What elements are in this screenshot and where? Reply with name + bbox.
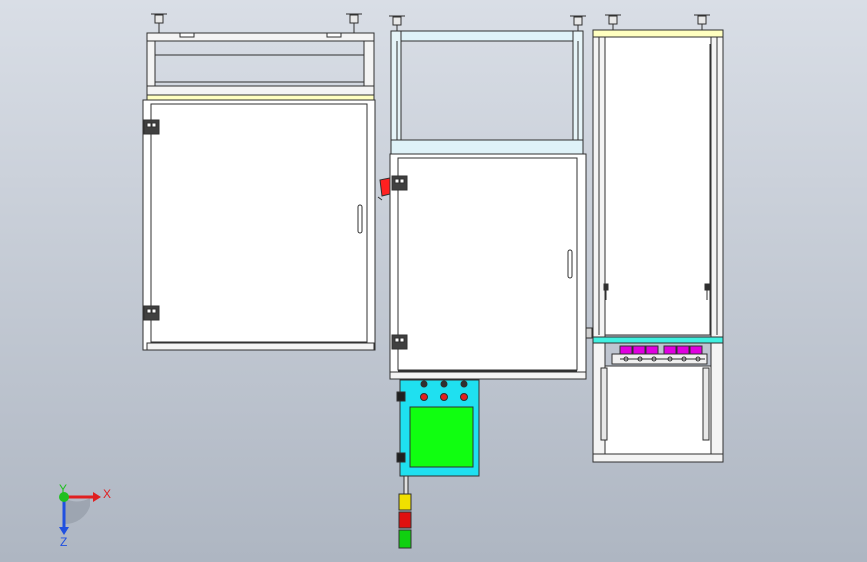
magenta-part <box>689 345 703 355</box>
sensor <box>704 283 710 291</box>
left-post <box>390 30 402 152</box>
hmi-screen[interactable] <box>409 406 474 468</box>
hinge <box>143 305 160 321</box>
magenta-part <box>676 345 690 355</box>
hinge <box>143 119 160 135</box>
z-axis-label: Z <box>60 535 67 549</box>
hinge <box>391 334 408 350</box>
top-bracket <box>179 32 195 38</box>
mid-beam <box>390 139 584 155</box>
side-bracket <box>585 327 593 339</box>
tower-pole <box>403 475 409 495</box>
magenta-part <box>645 345 659 355</box>
lower-right-post <box>710 342 724 462</box>
base-beam <box>389 371 587 380</box>
magenta-part <box>619 345 633 355</box>
magenta-part <box>632 345 646 355</box>
box-hinge <box>396 391 406 402</box>
tower-light-yellow <box>398 493 412 511</box>
door-inner-panel <box>397 157 578 371</box>
door-handle[interactable] <box>357 204 363 234</box>
red-indicator <box>379 177 391 197</box>
lower-opening <box>604 365 712 455</box>
slide-rail <box>600 367 608 441</box>
top-beam <box>592 29 724 38</box>
cyan-tray <box>592 336 724 344</box>
tower-light-green <box>398 529 412 549</box>
red-button[interactable] <box>460 393 468 401</box>
tower-light-red <box>398 511 412 529</box>
door-inner-panel <box>150 103 368 343</box>
red-button[interactable] <box>440 393 448 401</box>
slide-rail <box>702 367 710 441</box>
box-hinge <box>396 452 406 463</box>
right-cabinet[interactable] <box>592 14 724 463</box>
hinge <box>391 175 408 191</box>
base-beam <box>592 453 724 463</box>
selector-switch[interactable] <box>420 380 428 388</box>
cad-scene[interactable]: X Y Z <box>0 0 867 562</box>
top-bracket <box>326 32 342 38</box>
sensor <box>603 283 609 291</box>
control-box[interactable] <box>396 379 480 477</box>
x-axis-label: X <box>103 487 111 501</box>
top-beam <box>400 30 574 42</box>
cad-viewport[interactable]: X Y Z <box>0 0 867 562</box>
base-beam <box>146 342 375 351</box>
magenta-part <box>663 345 677 355</box>
selector-switch[interactable] <box>440 380 448 388</box>
selector-switch[interactable] <box>460 380 468 388</box>
y-axis-label: Y <box>59 482 67 496</box>
red-button[interactable] <box>420 393 428 401</box>
door-handle[interactable] <box>567 249 573 279</box>
upper-opening <box>604 36 712 336</box>
